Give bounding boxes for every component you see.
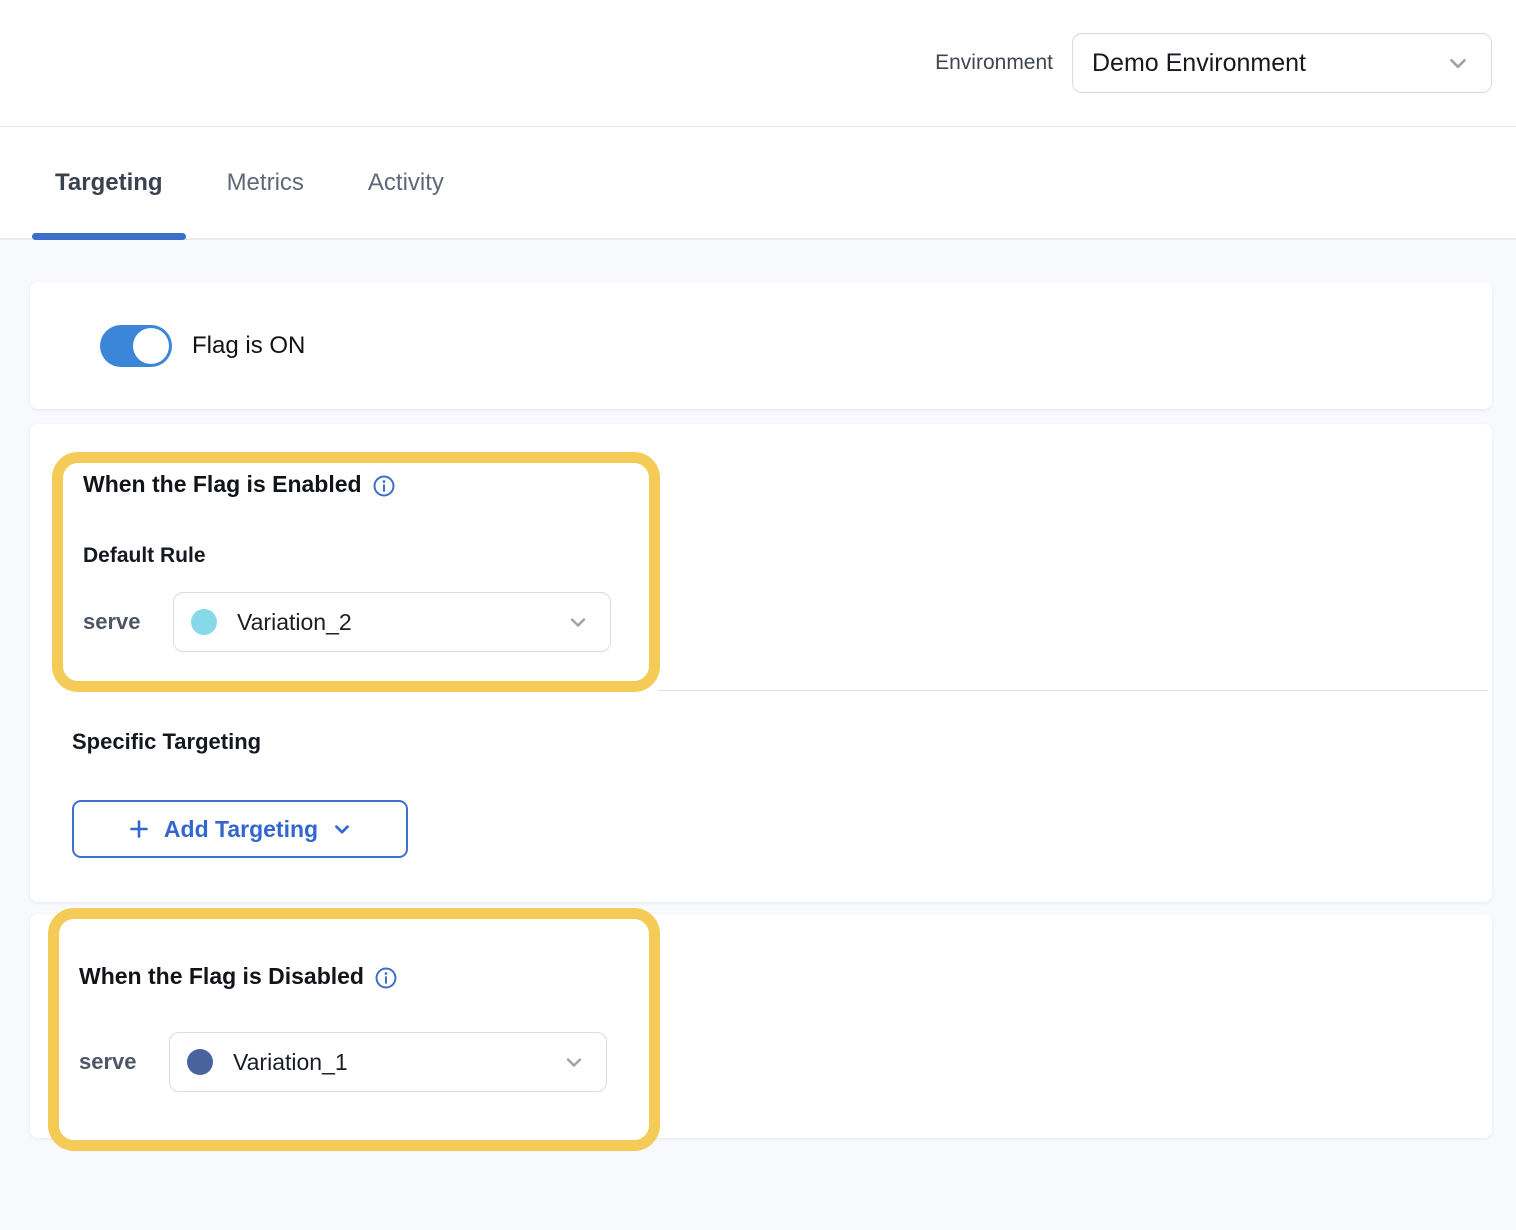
default-rule-label: Default Rule (83, 544, 629, 568)
disabled-section-title: When the Flag is Disabled (79, 963, 629, 990)
flag-status-label: Flag is ON (192, 332, 305, 360)
tab-activity[interactable]: Activity (345, 127, 467, 238)
tab-metrics[interactable]: Metrics (204, 127, 327, 238)
flag-status-card: Flag is ON (30, 282, 1492, 409)
enabled-variation-select[interactable]: Variation_2 (173, 592, 611, 652)
variation-color-dot (187, 1049, 213, 1075)
chevron-down-icon (566, 610, 590, 634)
flag-toggle[interactable] (100, 325, 172, 367)
chevron-down-icon (1445, 50, 1471, 76)
active-tab-indicator (32, 233, 186, 240)
enabled-section-title-text: When the Flag is Enabled (83, 471, 362, 498)
disabled-variation-name: Variation_1 (233, 1049, 348, 1076)
environment-group: Environment Demo Environment (935, 33, 1492, 93)
enabled-highlight-box: When the Flag is Enabled Default Rule se… (52, 452, 660, 692)
add-targeting-button[interactable]: Add Targeting (72, 800, 408, 858)
tab-bar: Targeting Metrics Activity (0, 127, 1516, 240)
tab-targeting-label: Targeting (55, 169, 163, 197)
tab-activity-label: Activity (368, 169, 444, 197)
environment-select[interactable]: Demo Environment (1072, 33, 1492, 93)
enabled-variation-name: Variation_2 (237, 609, 352, 636)
flag-disabled-card: When the Flag is Disabled serve Variatio… (30, 914, 1492, 1138)
disabled-variation-select[interactable]: Variation_1 (169, 1032, 607, 1092)
tab-targeting[interactable]: Targeting (32, 127, 186, 238)
chevron-down-icon (562, 1050, 586, 1074)
enabled-serve-row: serve Variation_2 (83, 592, 629, 652)
disabled-highlight-box: When the Flag is Disabled serve Variatio… (48, 908, 660, 1151)
environment-select-value: Demo Environment (1092, 49, 1306, 78)
serve-label: serve (79, 1049, 169, 1075)
disabled-serve-row: serve Variation_1 (79, 1032, 629, 1092)
environment-label: Environment (935, 51, 1053, 75)
chevron-down-icon (331, 818, 353, 840)
flag-enabled-card: When the Flag is Enabled Default Rule se… (30, 424, 1492, 902)
toggle-knob (133, 328, 169, 364)
info-icon[interactable] (373, 475, 395, 497)
info-icon[interactable] (375, 967, 397, 989)
variation-color-dot (191, 609, 217, 635)
tab-metrics-label: Metrics (227, 169, 304, 197)
plus-icon (127, 817, 151, 841)
enabled-section-title: When the Flag is Enabled (83, 471, 629, 498)
serve-label: serve (83, 609, 173, 635)
main-content: Flag is ON When the Flag is Enabled Defa… (0, 240, 1516, 1138)
specific-targeting-title: Specific Targeting (72, 729, 261, 755)
topbar: Environment Demo Environment (0, 0, 1516, 127)
disabled-section-title-text: When the Flag is Disabled (79, 963, 364, 990)
section-divider (658, 690, 1488, 691)
add-targeting-label: Add Targeting (164, 816, 318, 843)
